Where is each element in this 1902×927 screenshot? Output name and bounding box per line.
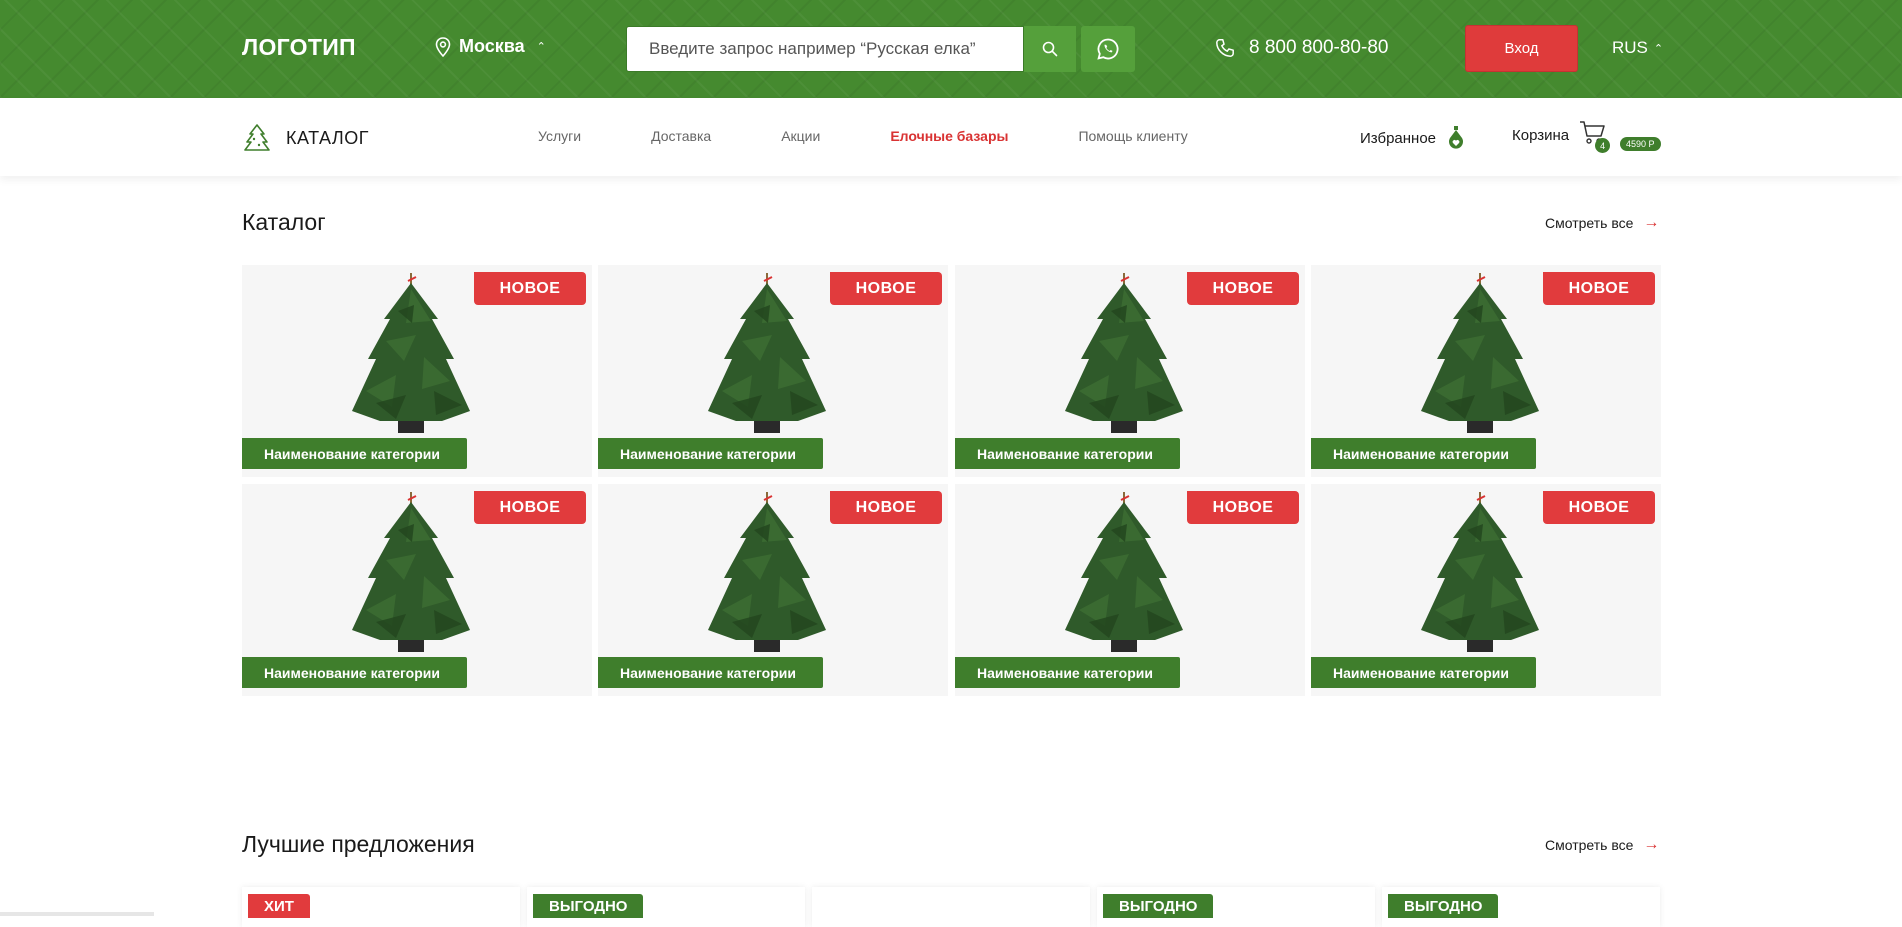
cart-count-badge: 4: [1595, 138, 1611, 153]
category-label: Наименование категории: [1311, 657, 1536, 688]
new-badge: НОВОЕ: [474, 272, 586, 305]
category-card[interactable]: НОВОЕ Наименование категории: [242, 484, 592, 696]
catalog-menu-button[interactable]: КАТАЛОГ: [242, 123, 369, 153]
language-selector[interactable]: RUS ⌃: [1612, 38, 1663, 58]
chevron-up-icon: ⌃: [536, 41, 546, 53]
fir-tree-image: [352, 273, 470, 433]
category-label: Наименование категории: [955, 657, 1180, 688]
fir-tree-image: [352, 492, 470, 652]
catalog-title: Каталог: [242, 209, 326, 235]
arrow-right-icon: →: [1643, 214, 1660, 231]
search-button[interactable]: [1024, 26, 1076, 72]
category-card[interactable]: НОВОЕ Наименование категории: [1311, 265, 1661, 477]
offer-card[interactable]: ВЫГОДНО: [527, 887, 805, 927]
nav-item-help[interactable]: Помощь клиенту: [1078, 128, 1187, 144]
category-label: Наименование категории: [598, 438, 823, 469]
whatsapp-button[interactable]: [1081, 26, 1135, 72]
fir-tree-image: [1065, 492, 1183, 652]
location-pin-icon: [435, 36, 451, 57]
arrow-right-icon: →: [1643, 836, 1660, 853]
fir-tree-image: [708, 492, 826, 652]
search-icon: [1042, 41, 1058, 57]
offer-card[interactable]: ХИТ: [242, 887, 520, 927]
catalog-label: КАТАЛОГ: [286, 127, 369, 148]
login-button[interactable]: Вход: [1465, 25, 1578, 72]
offer-tag-profitable: ВЫГОДНО: [533, 894, 644, 918]
category-card[interactable]: НОВОЕ Наименование категории: [598, 265, 948, 477]
nav-links: Услуги Доставка Акции Елочные базары Пом…: [538, 128, 1258, 144]
cart-link[interactable]: Корзина 4: [1512, 120, 1611, 153]
new-badge: НОВОЕ: [1543, 272, 1655, 305]
city-name: Москва: [459, 36, 525, 56]
new-badge: НОВОЕ: [1187, 491, 1299, 524]
offer-card[interactable]: ВЫГОДНО: [1382, 887, 1660, 927]
new-badge: НОВОЕ: [830, 272, 942, 305]
ornament-icon: [1449, 126, 1464, 149]
nav-item-services[interactable]: Услуги: [538, 128, 581, 144]
whatsapp-icon: [1097, 38, 1119, 60]
category-label: Наименование категории: [955, 438, 1180, 469]
see-all-label: Смотреть все: [1545, 837, 1634, 853]
logo[interactable]: ЛОГОТИП: [242, 34, 356, 61]
offer-tag-profitable: ВЫГОДНО: [1388, 894, 1499, 918]
offer-tag-profitable: ВЫГОДНО: [1103, 894, 1214, 918]
offers-title: Лучшие предложения: [242, 831, 475, 857]
fir-tree-image: [1065, 273, 1183, 433]
cart-sum-badge: 4590 Р: [1620, 137, 1661, 151]
phone-icon: [1216, 39, 1234, 57]
top-header: ЛОГОТИП Москва ⌃ Введите запрос например…: [0, 0, 1902, 98]
search-placeholder: Введите запрос например “Русская елка”: [649, 39, 976, 58]
offer-card[interactable]: ВЫГОДНО: [1097, 887, 1375, 927]
see-all-label: Смотреть все: [1545, 215, 1634, 231]
horizontal-scrollbar[interactable]: [0, 912, 154, 916]
offer-card[interactable]: [812, 887, 1090, 927]
city-selector[interactable]: Москва ⌃: [435, 36, 546, 57]
language-label: RUS: [1612, 38, 1648, 57]
offers-see-all-link[interactable]: Смотреть все →: [1545, 836, 1659, 854]
chevron-up-icon: ⌃: [1653, 42, 1664, 55]
category-card[interactable]: НОВОЕ Наименование категории: [242, 265, 592, 477]
category-label: Наименование категории: [242, 438, 467, 469]
offer-tag-hit: ХИТ: [248, 894, 310, 918]
search-input[interactable]: Введите запрос например “Русская елка”: [626, 26, 1024, 72]
category-card[interactable]: НОВОЕ Наименование категории: [955, 265, 1305, 477]
nav-item-promos[interactable]: Акции: [781, 128, 820, 144]
tree-icon: [244, 124, 270, 151]
phone-link[interactable]: 8 800 800-80-80: [1215, 37, 1388, 59]
cart-icon-wrap: 4: [1579, 120, 1611, 153]
fir-tree-image: [708, 273, 826, 433]
new-badge: НОВОЕ: [1187, 272, 1299, 305]
nav-item-tree-markets[interactable]: Елочные базары: [890, 128, 1008, 144]
fir-tree-image: [1421, 492, 1539, 652]
category-label: Наименование категории: [242, 657, 467, 688]
new-badge: НОВОЕ: [474, 491, 586, 524]
category-label: Наименование категории: [1311, 438, 1536, 469]
category-card[interactable]: НОВОЕ Наименование категории: [955, 484, 1305, 696]
nav-item-delivery[interactable]: Доставка: [651, 128, 711, 144]
category-card[interactable]: НОВОЕ Наименование категории: [1311, 484, 1661, 696]
category-label: Наименование категории: [598, 657, 823, 688]
new-badge: НОВОЕ: [1543, 491, 1655, 524]
phone-number: 8 800 800-80-80: [1249, 37, 1389, 58]
favorites-label: Избранное: [1360, 129, 1437, 147]
favorites-link[interactable]: Избранное: [1360, 125, 1466, 151]
main-nav: КАТАЛОГ Услуги Доставка Акции Елочные ба…: [0, 98, 1902, 176]
cart-label: Корзина: [1512, 126, 1570, 144]
category-card[interactable]: НОВОЕ Наименование категории: [598, 484, 948, 696]
new-badge: НОВОЕ: [830, 491, 942, 524]
fir-tree-image: [1421, 273, 1539, 433]
catalog-see-all-link[interactable]: Смотреть все →: [1545, 214, 1659, 232]
